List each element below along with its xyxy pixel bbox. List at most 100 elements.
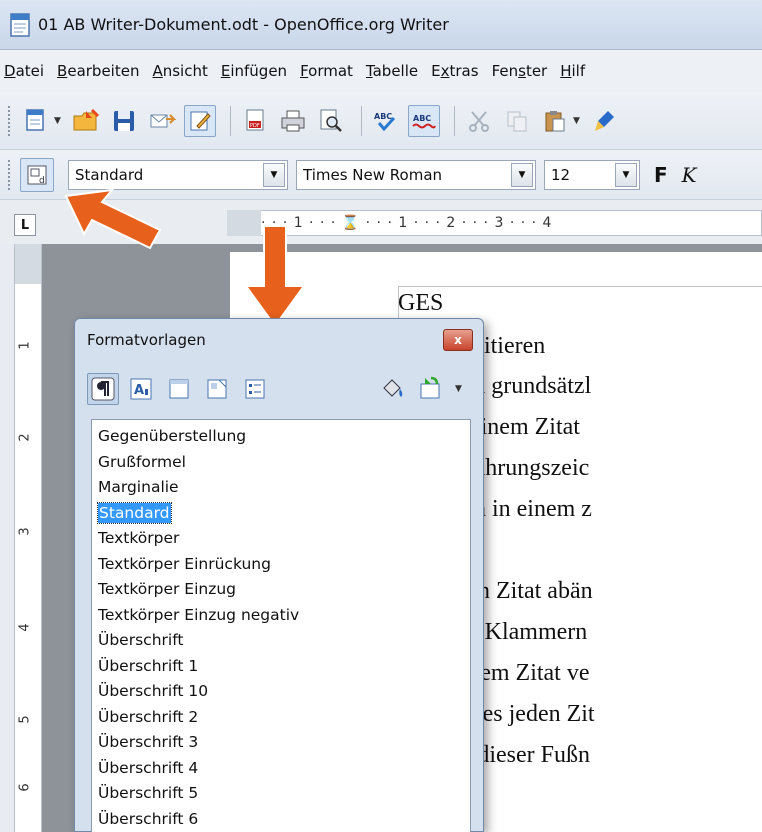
style-list-item[interactable]: Textkörper Einzug (92, 577, 470, 603)
font-name-combo[interactable]: Times New Roman ▼ (296, 159, 536, 190)
menu-item[interactable]: Hilf (560, 62, 585, 80)
svg-text:ABC: ABC (413, 114, 431, 123)
font-size-combo[interactable]: 12 ▼ (544, 159, 640, 190)
clone-formatting-icon[interactable] (589, 105, 621, 137)
menu-item-label: abelle (372, 62, 419, 80)
svg-text:ABC: ABC (374, 112, 392, 121)
chevron-down-icon[interactable]: ▼ (615, 162, 637, 187)
menu-item[interactable]: Bearbeiten (57, 62, 139, 80)
paste-icon[interactable] (539, 105, 571, 137)
pointer-arrow-icon (64, 188, 162, 250)
email-document-icon[interactable] (146, 105, 178, 137)
style-item-label: Überschrift 6 (98, 809, 199, 828)
style-list-item[interactable]: Marginalie (92, 475, 470, 501)
new-dropdown-arrow-icon[interactable]: ▼ (54, 116, 64, 126)
style-list-item[interactable]: Textkörper Einrückung (92, 552, 470, 578)
style-item-label: Überschrift 1 (98, 656, 199, 675)
style-family-toolbar: A ▼ (87, 367, 471, 411)
tab-type-selector[interactable]: L (14, 214, 36, 236)
cut-icon[interactable] (463, 105, 495, 137)
standard-toolbar: ▼ PDF ABC ABC ▼ (0, 92, 762, 150)
print-preview-icon[interactable] (315, 105, 347, 137)
menu-item-mnemonic: A (152, 62, 163, 80)
chevron-down-icon[interactable]: ▼ (511, 162, 533, 187)
italic-button[interactable]: K (682, 163, 697, 187)
paragraph-styles-icon[interactable] (87, 373, 119, 405)
save-icon[interactable] (108, 105, 140, 137)
list-styles-icon[interactable] (239, 373, 271, 405)
styles-dialog[interactable]: Formatvorlagen x A ▼ Gegenüberstellung Gr… (74, 318, 484, 832)
style-list-item[interactable]: Überschrift 6 (92, 807, 470, 832)
menu-item-mnemonic: T (365, 62, 373, 80)
close-button[interactable]: x (443, 329, 473, 351)
styles-and-formatting-icon[interactable]: d (20, 157, 54, 192)
ruler-number: 4 (17, 623, 33, 632)
menu-item[interactable]: Format (300, 62, 353, 80)
style-list-item[interactable]: Überschrift (92, 628, 470, 654)
menu-item[interactable]: Datei (4, 62, 44, 80)
style-list-item[interactable]: Überschrift 5 (92, 781, 470, 807)
style-list-item[interactable]: Gegenüberstellung (92, 424, 470, 450)
style-item-label: Überschrift 2 (98, 707, 199, 726)
print-icon[interactable] (277, 105, 309, 137)
menu-item[interactable]: Extras (431, 62, 478, 80)
menu-item[interactable]: Einfügen (221, 62, 287, 80)
menu-item-mnemonic: D (4, 62, 16, 80)
dialog-title: Formatvorlagen (87, 331, 206, 349)
toolbar-grip[interactable] (8, 159, 12, 190)
style-item-label: Überschrift (98, 631, 184, 649)
style-list-item[interactable]: Überschrift 1 (92, 654, 470, 680)
autospellcheck-icon[interactable]: ABC (408, 104, 440, 137)
menu-item-label: nsicht (162, 62, 208, 80)
style-list[interactable]: Gegenüberstellung Grußformel Marginalie Sta… (91, 419, 471, 832)
style-list-item[interactable]: Textkörper Einzug negativ (92, 603, 470, 629)
menu-item-mnemonic: E (220, 62, 231, 80)
export-pdf-icon[interactable]: PDF (239, 105, 271, 137)
menu-item[interactable]: Ansicht (152, 62, 207, 80)
menu-item-label: ormat (308, 62, 353, 80)
edit-file-icon[interactable] (184, 104, 216, 137)
style-item-label: Grußformel (98, 452, 186, 471)
vertical-ruler[interactable]: 1 2 3 4 5 6 (14, 244, 42, 832)
chevron-down-icon[interactable]: ▼ (455, 384, 465, 394)
menu-item-mnemonic: B (57, 62, 68, 80)
style-list-item[interactable]: Überschrift 4 (92, 756, 470, 782)
new-style-from-selection-icon[interactable] (415, 373, 447, 405)
style-list-item[interactable]: Überschrift 10 (92, 679, 470, 705)
style-item-label: Marginalie (98, 478, 179, 496)
open-folder-icon[interactable] (70, 105, 102, 137)
style-list-item[interactable]: Überschrift 2 (92, 705, 470, 731)
style-list-item[interactable]: Grußformel (92, 450, 470, 476)
font-size-value: 12 (551, 165, 571, 184)
menu-item[interactable]: Tabelle (366, 62, 418, 80)
ruler-number: 5 (17, 715, 33, 724)
style-item-label: Standard (97, 501, 172, 524)
copy-icon[interactable] (501, 105, 533, 137)
menu-item-label: atei (15, 62, 45, 80)
menu-item-label: tras (449, 62, 479, 80)
style-item-label: Textkörper Einrückung (98, 554, 271, 573)
writer-document-icon (10, 12, 30, 37)
style-list-item[interactable]: Standard (92, 501, 470, 527)
paragraph-style-combo[interactable]: Standard ▼ (68, 159, 288, 190)
page-styles-icon[interactable] (201, 373, 233, 405)
toolbar-grip[interactable] (8, 105, 12, 136)
style-item-label: Überschrift 4 (98, 758, 199, 777)
svg-text:A: A (134, 383, 144, 398)
paste-dropdown-arrow-icon[interactable]: ▼ (573, 116, 583, 126)
fill-format-mode-icon[interactable] (377, 373, 409, 405)
menu-item-mnemonic: x (440, 62, 450, 80)
chevron-down-icon[interactable]: ▼ (263, 162, 285, 187)
style-list-item[interactable]: Überschrift 3 (92, 730, 470, 756)
style-item-label: Überschrift 10 (98, 682, 209, 700)
menu-item-mnemonic: H (560, 62, 572, 80)
character-styles-icon[interactable]: A (125, 373, 157, 405)
new-document-icon[interactable] (20, 105, 52, 137)
bold-button[interactable]: F (654, 163, 668, 187)
style-list-item[interactable]: Textkörper (92, 526, 470, 552)
menu-item[interactable]: Fenster (492, 62, 548, 80)
frame-styles-icon[interactable] (163, 373, 195, 405)
ruler-number: 2 (17, 433, 33, 442)
window-title: 01 AB Writer-Dokument.odt - OpenOffice.o… (38, 15, 449, 34)
spellcheck-icon[interactable]: ABC (370, 105, 402, 137)
